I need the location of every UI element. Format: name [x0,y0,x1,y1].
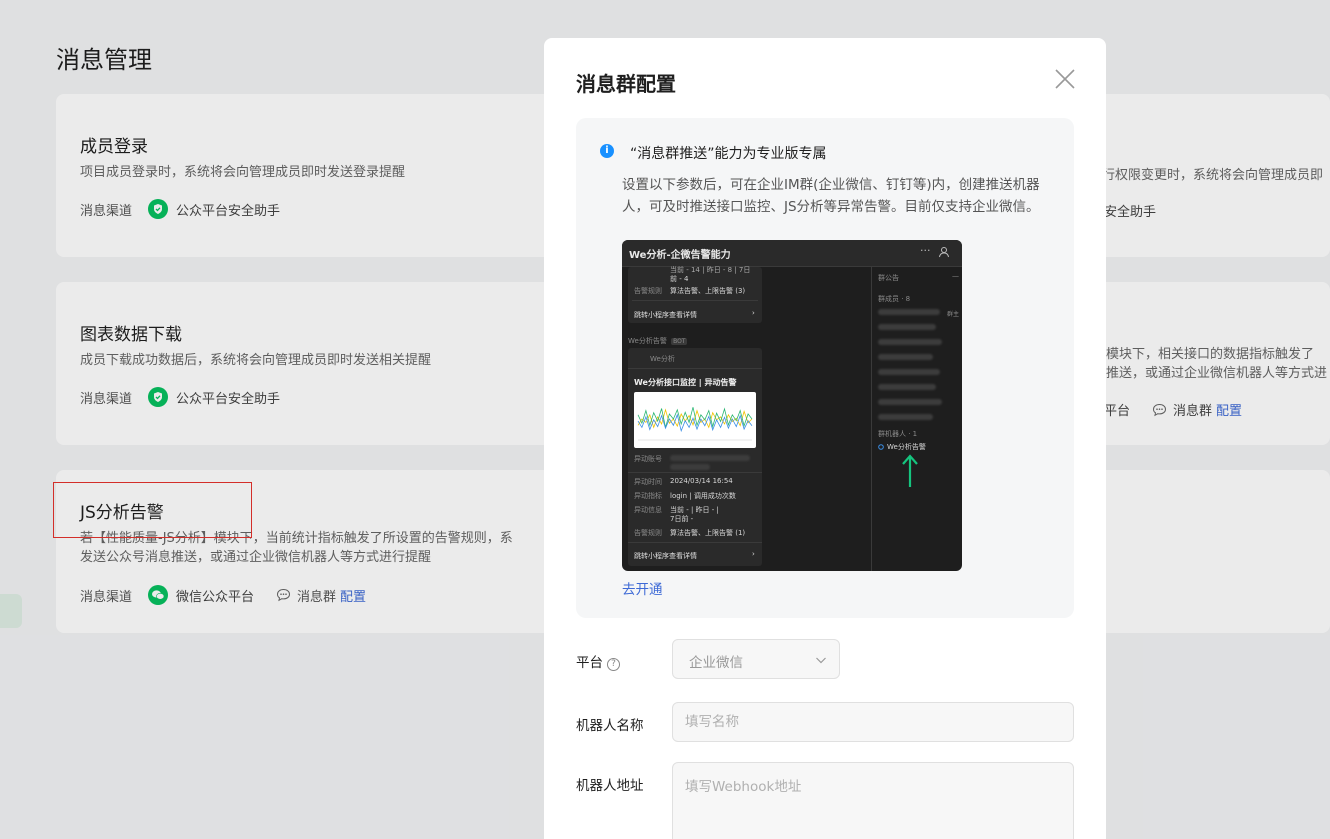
blurred-member [878,369,940,375]
open-pro-link[interactable]: 去开通 [622,578,663,598]
preview-sidebar: 群公告 — 群成员 · 8 群主 群机器人 · 1 We分析告警 [872,267,962,571]
blurred-member [878,414,933,420]
blurred-value [670,455,750,461]
bot-name-label: 机器人名称 [576,718,644,734]
platform-label: 平台? [576,651,620,671]
platform-label-text: 平台 [576,655,603,671]
blurred-member [878,309,940,315]
bot-name-input[interactable] [672,702,1074,742]
preview-screenshot: We分析-企微告警能力 ··· 当前 - 14 | 昨日 - 8 | 7日 前 … [622,240,962,571]
preview-notice-label: 群公告 [878,274,899,282]
notice-desc: 设置以下参数后，可在企业IM群(企业微信、钉钉等)内，创建推送机器人，可及时推送… [622,177,1040,215]
pro-feature-notice: i “消息群推送”能力为专业版专属 设置以下参数后，可在企业IM群(企业微信、钉… [576,118,1074,618]
preview-card-app: We分析 [650,355,675,363]
bot-address-label: 机器人地址 [576,778,644,794]
preview-owner-tag: 群主 [947,311,960,318]
preview-row-value: 7日前 - [670,515,694,523]
preview-row-value: 2024/03/14 16:54 [670,477,733,485]
platform-select-value: 企业微信 [689,655,743,671]
help-icon[interactable]: ? [607,658,620,671]
notice-title: “消息群推送”能力为专业版专属 [630,146,827,162]
preview-sender-name: We分析告警 [628,337,667,345]
preview-bot-name: We分析告警 [887,443,926,451]
preview-row-label: 异动时间 [634,478,662,486]
chevron-right-icon: › [752,309,755,317]
message-group-config-modal: 消息群配置 i “消息群推送”能力为专业版专属 设置以下参数后，可在企业IM群(… [544,38,1106,839]
preview-row-label: 异动指标 [634,492,662,500]
chevron-down-icon [816,657,826,664]
chevron-right-icon: › [752,550,755,558]
platform-select[interactable]: 企业微信 [672,639,840,679]
preview-jump-link: 跳转小程序查看详情 [634,311,697,319]
blurred-member [878,384,936,390]
preview-card-title: We分析接口监控 | 异动告警 [634,378,737,387]
preview-row-label: 告警规则 [634,529,662,537]
preview-alert-card: We分析 We分析接口监控 | 异动告警 异动账号 异动时间 2024/03/1… [628,348,762,566]
close-icon [1055,69,1075,89]
preview-bot-tag: BOT [671,338,688,345]
preview-top-partial2: 前 - 4 [670,275,689,283]
bot-address-input[interactable] [672,762,1074,839]
blurred-member [878,324,936,330]
preview-row-value: 算法告警、上限告警 (1) [670,529,746,537]
preview-account-label: 异动账号 [634,455,662,463]
blurred-value [670,464,710,470]
bot-icon [878,444,884,450]
preview-row-label: 异动信息 [634,506,662,514]
close-button[interactable] [1052,66,1078,92]
arrow-up-icon [902,454,918,487]
preview-row-label: 告警规则 [634,287,662,295]
more-icon: ··· [920,244,931,257]
preview-row-value: login | 调用成功次数 [670,492,736,500]
preview-line-chart [634,392,756,448]
user-icon [939,247,949,258]
info-icon: i [600,144,614,158]
preview-members-label: 群成员 · 8 [878,295,911,303]
blurred-member [878,354,933,360]
minus-icon: — [952,272,959,280]
blurred-member [878,399,942,405]
preview-bots-label: 群机器人 · 1 [878,430,918,438]
preview-title: We分析-企微告警能力 [629,250,731,261]
preview-message-top: 当前 - 14 | 昨日 - 8 | 7日 前 - 4 告警规则 算法告警、上限… [628,266,762,323]
preview-row-value: 算法告警、上限告警 (3) [670,287,746,295]
modal-title: 消息群配置 [576,72,676,96]
preview-header: We分析-企微告警能力 ··· [622,240,962,267]
preview-jump-link: 跳转小程序查看详情 [634,552,697,560]
preview-sender: We分析告警 BOT [628,336,688,346]
blurred-member [878,339,942,345]
